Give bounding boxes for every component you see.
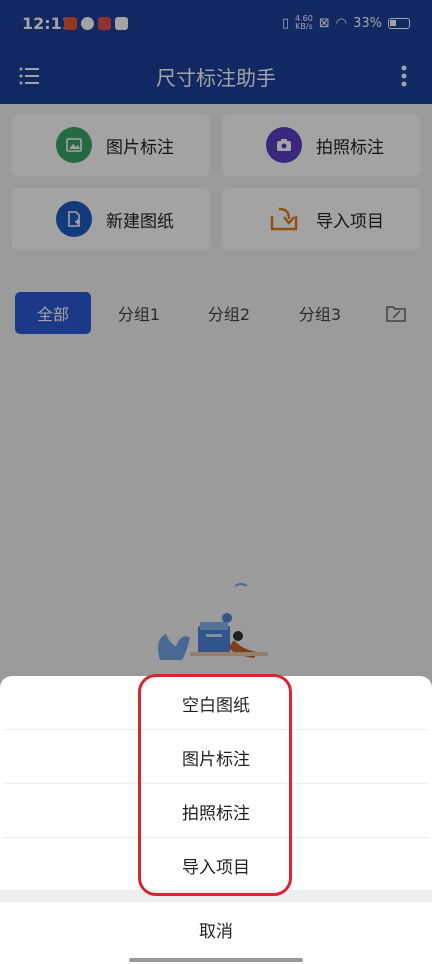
sheet-item-import-project[interactable]: 导入项目 <box>4 838 428 892</box>
sheet-item-blank-drawing[interactable]: 空白图纸 <box>4 676 428 730</box>
home-indicator[interactable] <box>129 958 303 962</box>
sheet-item-photo-annotate[interactable]: 拍照标注 <box>4 784 428 838</box>
cancel-button[interactable]: 取消 <box>0 904 432 954</box>
sheet-separator <box>0 890 432 902</box>
bottom-action-sheet: 空白图纸 图片标注 拍照标注 导入项目 取消 <box>0 676 432 964</box>
sheet-item-image-annotate[interactable]: 图片标注 <box>4 730 428 784</box>
